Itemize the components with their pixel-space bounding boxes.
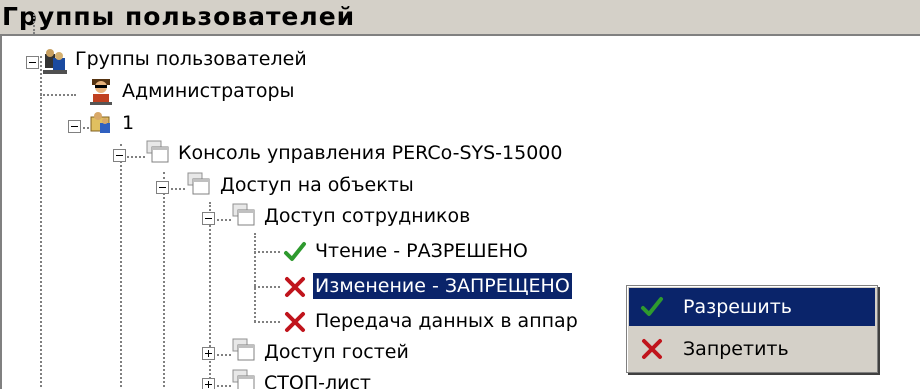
window-folder-icon xyxy=(232,369,255,389)
tree-node-label[interactable]: Группы пользователей xyxy=(73,46,309,72)
collapse-objects-access-toggle[interactable] xyxy=(156,181,169,194)
tree-node-label[interactable]: Доступ сотрудников xyxy=(262,203,472,229)
tree-line xyxy=(33,14,35,34)
window-folder-icon xyxy=(187,172,210,195)
collapse-console-toggle[interactable] xyxy=(113,149,126,162)
tree-line xyxy=(163,172,165,389)
tree-line xyxy=(120,144,122,389)
cross-icon xyxy=(642,339,662,359)
cross-icon xyxy=(285,277,305,297)
user-groups-panel: Группы пользователей Группы пользователе… xyxy=(0,0,920,389)
tree-line xyxy=(254,233,256,322)
expand-stop-list-toggle[interactable] xyxy=(202,378,215,389)
tree-line xyxy=(40,94,76,96)
cross-icon xyxy=(285,312,305,332)
tree-node-label[interactable]: Передача данных в аппар xyxy=(313,308,580,334)
tree-node-label[interactable]: 1 xyxy=(120,110,136,136)
tree-line xyxy=(254,286,280,288)
collapse-employees-access-toggle[interactable] xyxy=(202,212,215,225)
menu-item-label: Разрешить xyxy=(683,296,792,318)
context-menu: Разрешить Запретить xyxy=(626,285,878,373)
tree-line xyxy=(254,251,280,253)
menu-item-deny[interactable]: Запретить xyxy=(629,330,875,368)
tree-node-label[interactable]: Доступ на объекты xyxy=(218,172,416,198)
tree-node-label[interactable]: Доступ гостей xyxy=(262,339,411,365)
expand-guests-access-toggle[interactable] xyxy=(202,347,215,360)
check-icon xyxy=(284,242,306,261)
collapse-group1-toggle[interactable] xyxy=(68,120,81,133)
menu-item-allow[interactable]: Разрешить xyxy=(629,288,875,326)
tree-node-label[interactable]: Консоль управления PERCo-SYS-15000 xyxy=(176,140,564,166)
window-folder-icon xyxy=(146,140,169,163)
tree-line xyxy=(40,56,42,389)
window-folder-icon xyxy=(232,203,255,226)
tree-node-label[interactable]: СТОП-лист xyxy=(262,370,373,389)
check-icon xyxy=(641,297,663,316)
tree-node-label[interactable]: Администраторы xyxy=(120,78,297,104)
menu-item-label: Запретить xyxy=(683,338,789,360)
panel-header: Группы пользователей xyxy=(0,0,920,36)
window-folder-icon xyxy=(232,338,255,361)
collapse-root-toggle[interactable] xyxy=(26,56,39,69)
user-group-icon xyxy=(90,112,110,133)
tree-node-label[interactable]: Чтение - РАЗРЕШЕНО xyxy=(313,238,530,264)
user-groups-icon xyxy=(43,49,67,74)
tree-line xyxy=(209,202,211,389)
panel-title: Группы пользователей xyxy=(2,2,356,31)
tree-node-label-selected[interactable]: Изменение - ЗАПРЕЩЕНО xyxy=(312,272,573,300)
tree-line xyxy=(254,321,280,323)
admin-user-icon xyxy=(90,79,112,105)
